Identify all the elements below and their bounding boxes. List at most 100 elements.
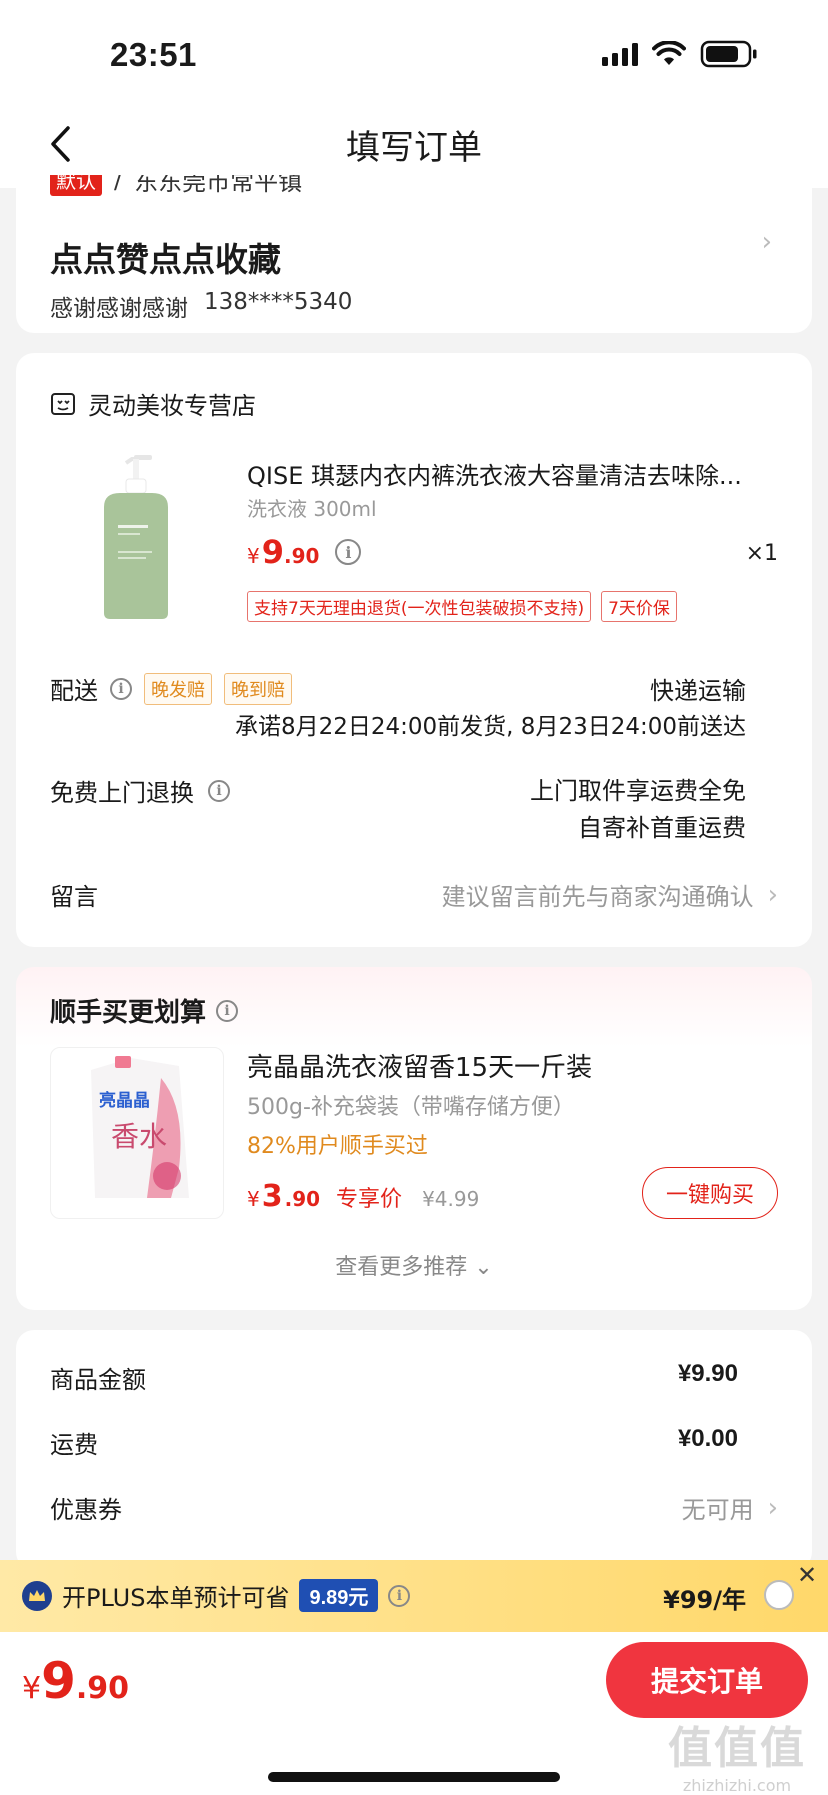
- message-label: 留言: [50, 883, 98, 911]
- address-detail: 点点赞点点收藏: [50, 240, 281, 279]
- one-click-buy-button[interactable]: 一键购买: [642, 1167, 778, 1219]
- address-region: 东东莞市常平镇: [134, 175, 303, 196]
- price-protect-tag: 7天价保: [601, 591, 677, 622]
- recommend-image-brand: 亮晶晶: [99, 1090, 150, 1111]
- recommend-price: ¥ 3 .90 专享价 ¥4.99: [247, 1179, 479, 1214]
- address-card[interactable]: 默认 / 东东莞市常平镇 点点赞点点收藏 感谢感谢感谢 138****5340 …: [16, 175, 812, 333]
- goods-amount-row: 商品金额 ¥9.90: [50, 1360, 738, 1395]
- wifi-icon: [652, 41, 686, 65]
- page-title: 填写订单: [346, 128, 482, 168]
- total-currency: ¥: [22, 1671, 42, 1706]
- message-placeholder: 建议留言前先与商家沟通确认: [441, 883, 754, 911]
- watermark-logo: 值值值: [668, 1723, 806, 1774]
- recommend-image-text: 香水: [111, 1120, 167, 1153]
- product-spec: 洗衣液 300ml: [247, 497, 377, 521]
- address-region-row: 默认 / 东东莞市常平镇: [50, 175, 302, 197]
- price-info-icon[interactable]: i: [335, 539, 362, 565]
- address-separator: /: [114, 175, 123, 194]
- product-price: ¥ 9 .90 i: [247, 533, 362, 571]
- battery-icon: [700, 40, 757, 68]
- service-tags: 支持7天无理由退货(一次性包装破损不支持) 7天价保: [247, 591, 677, 622]
- coupon-row[interactable]: 优惠券 无可用 ›: [50, 1490, 778, 1525]
- exclusive-price-label: 专享价: [336, 1187, 403, 1212]
- recommend-product-spec: 500g-补充袋装（带嘴存储方便）: [247, 1095, 575, 1120]
- recommend-info-icon[interactable]: i: [216, 999, 239, 1022]
- delivery-promise: 承诺8月22日24:00前发货, 8月23日24:00前送达: [235, 714, 746, 740]
- return-info-line1: 上门取件享运费全免: [530, 777, 746, 805]
- coupon-label: 优惠券: [50, 1496, 122, 1524]
- chevron-right-icon: ›: [767, 879, 778, 910]
- price-integer: 9: [261, 533, 284, 571]
- free-return-row: 免费上门退换 i: [50, 773, 230, 808]
- price-decimal: .90: [284, 544, 320, 568]
- watermark-url: zhizhizhi.com: [682, 1776, 792, 1795]
- delivery-row: 配送 i 晚发赔 晚到赔: [50, 671, 292, 706]
- plus-promo-left: 开PLUS本单预计可省 9.89元 i: [22, 1578, 411, 1613]
- store-row[interactable]: 灵动美妆专营店: [50, 386, 256, 421]
- recommend-bought-rate: 82%用户顺手买过: [247, 1134, 428, 1159]
- plus-crown-icon: [22, 1580, 52, 1611]
- coupon-value: 无可用: [681, 1496, 754, 1524]
- return-policy-tag: 支持7天无理由退货(一次性包装破损不支持): [247, 591, 592, 622]
- recommend-card: 顺手买更划算 i 亮晶晶 香水 亮晶晶洗衣液留香15天一斤装 500g-补充袋装…: [16, 967, 812, 1310]
- plus-select-radio[interactable]: [764, 1580, 794, 1610]
- total-integer: 9: [41, 1652, 76, 1710]
- chevron-right-icon: ›: [761, 227, 772, 257]
- late-arrival-tag: 晚到赔: [224, 672, 292, 705]
- price-summary-card: 商品金额 ¥9.90 运费 ¥0.00 优惠券 无可用 ›: [16, 1330, 812, 1570]
- site-watermark: 值值值 zhizhizhi.com: [668, 1712, 806, 1795]
- store-icon: [51, 392, 75, 415]
- delivery-info-icon[interactable]: i: [110, 677, 132, 700]
- status-time: 23:51: [110, 36, 197, 73]
- recommend-product-image[interactable]: 亮晶晶 香水: [50, 1047, 224, 1219]
- return-info-line2: 自寄补首重运费: [578, 814, 746, 842]
- submit-order-button[interactable]: 提交订单: [606, 1642, 808, 1718]
- shipping-row: 运费 ¥0.00: [50, 1425, 738, 1460]
- home-indicator[interactable]: [268, 1772, 560, 1782]
- product-title[interactable]: QISE 琪瑟内衣内裤洗衣液大容量清洁去味除...: [247, 456, 787, 491]
- return-info: 上门取件享运费全免 自寄补首重运费: [530, 773, 746, 847]
- receiver-name: 感谢感谢感谢: [50, 296, 188, 322]
- recommend-price-integer: 3: [261, 1179, 283, 1214]
- delivery-method: 快递运输: [650, 677, 746, 705]
- detergent-pouch-icon: 亮晶晶 香水: [91, 1056, 189, 1198]
- default-address-tag: 默认: [50, 175, 102, 196]
- order-card: 灵动美妆专营店 QISE 琪瑟内衣内裤洗衣液大容量清洁去味除... 洗衣液 30…: [16, 353, 812, 947]
- plus-info-icon[interactable]: i: [388, 1584, 411, 1607]
- recommend-price-currency: ¥: [247, 1187, 260, 1211]
- recommend-original-price: ¥4.99: [422, 1187, 480, 1211]
- price-currency: ¥: [247, 544, 260, 568]
- receiver-phone: 138****5340: [204, 289, 353, 315]
- plus-save-amount: 9.89元: [299, 1579, 379, 1612]
- chevron-right-icon: ›: [767, 1492, 778, 1523]
- coupon-value-group: 无可用 ›: [682, 1490, 778, 1525]
- recommend-price-decimal: .90: [284, 1187, 321, 1211]
- status-icons: [602, 40, 758, 68]
- return-info-icon[interactable]: i: [208, 779, 230, 802]
- recommend-title: 顺手买更划算: [50, 998, 207, 1028]
- product-image[interactable]: [86, 455, 182, 621]
- close-icon[interactable]: ✕: [794, 1562, 820, 1588]
- store-name: 灵动美妆专营店: [88, 392, 256, 420]
- recommend-product-name[interactable]: 亮晶晶洗衣液留香15天一斤装: [247, 1047, 592, 1084]
- address-contact: 感谢感谢感谢 138****5340: [50, 289, 352, 323]
- plus-promo-bar[interactable]: 开PLUS本单预计可省 9.89元 i ¥99/年 ✕: [0, 1560, 828, 1632]
- goods-amount-label: 商品金额: [50, 1366, 146, 1394]
- shipping-label: 运费: [50, 1431, 98, 1459]
- plus-promo-text: 开PLUS本单预计可省: [62, 1584, 290, 1612]
- plus-price: ¥99/年: [663, 1586, 746, 1614]
- product-quantity: ×1: [745, 541, 778, 566]
- late-ship-tag: 晚发赔: [144, 672, 212, 705]
- cellular-signal-icon: [602, 42, 638, 66]
- goods-amount-value: ¥9.90: [677, 1360, 738, 1387]
- shipping-value: ¥0.00: [677, 1425, 738, 1452]
- more-recommend-link[interactable]: 查看更多推荐 ⌄: [16, 1249, 812, 1281]
- free-return-label: 免费上门退换: [50, 779, 194, 807]
- recommend-title-row: 顺手买更划算 i: [50, 992, 239, 1029]
- status-bar: 23:51: [0, 0, 828, 100]
- delivery-label: 配送: [50, 677, 98, 705]
- message-input[interactable]: 建议留言前先与商家沟通确认 ›: [442, 877, 778, 912]
- bottom-bar: ¥ 9 .90 提交订单 值值值 zhizhizhi.com: [0, 1632, 828, 1795]
- total-decimal: .90: [75, 1671, 130, 1706]
- total-price: ¥ 9 .90: [22, 1652, 129, 1710]
